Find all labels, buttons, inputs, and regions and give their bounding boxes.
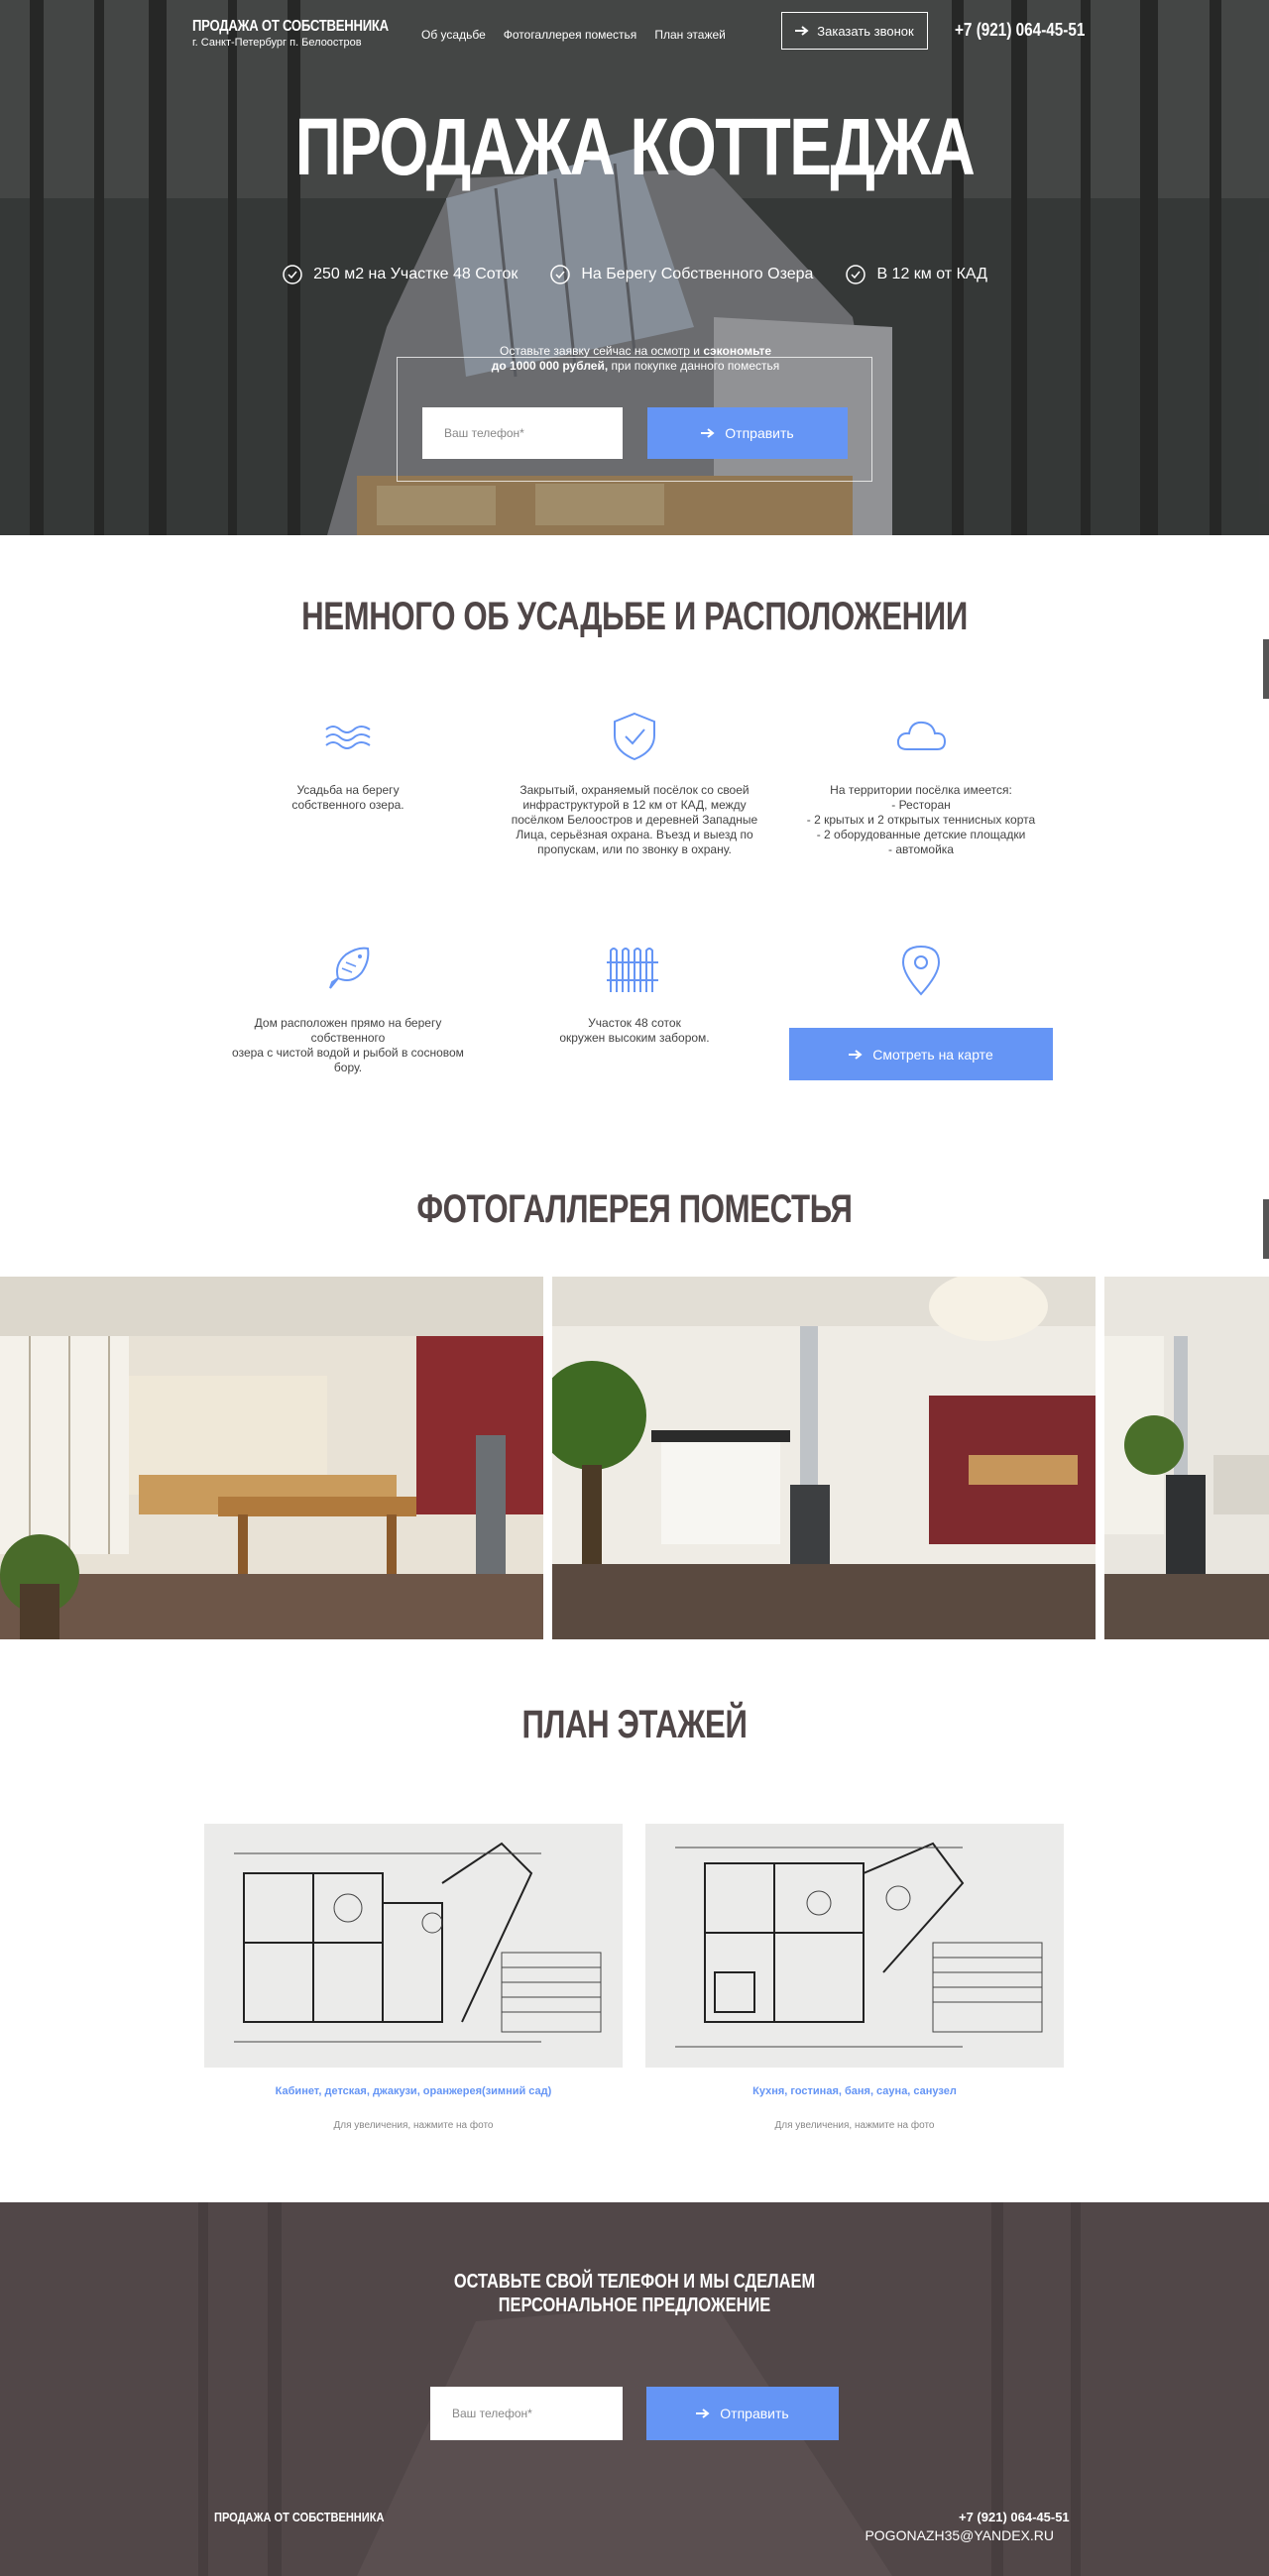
brand-subtitle: г. Санкт-Петербург п. Белоостров bbox=[192, 37, 362, 49]
scroll-indicator[interactable] bbox=[1263, 1199, 1269, 1259]
hero-feature: 250 м2 на Участке 48 Соток bbox=[282, 264, 518, 285]
offer-text-bold: сэкономьте bbox=[703, 344, 771, 358]
offer-text-rest: при покупке данного поместья bbox=[608, 359, 780, 373]
about-item-text: На территории посёлка имеется: - Рестора… bbox=[806, 783, 1036, 856]
hero-submit-label: Отправить bbox=[725, 425, 794, 441]
fish-icon bbox=[329, 947, 370, 989]
floor-plan-drawing bbox=[204, 1824, 623, 2068]
check-circle-icon bbox=[846, 265, 866, 284]
floor-plan-caption[interactable]: Кухня, гостиная, баня, сауна, санузел bbox=[645, 2085, 1064, 2097]
about-item-text: Участок 48 соток окружен высоким забором… bbox=[559, 1016, 710, 1045]
check-circle-icon bbox=[550, 265, 571, 284]
hero-phone-input[interactable]: Ваш телефон* bbox=[422, 407, 623, 459]
gallery-photo-2[interactable] bbox=[552, 1277, 1096, 1639]
footer-phone[interactable]: +7 (921) 064-45-51 bbox=[959, 2510, 1070, 2524]
waves-icon bbox=[325, 726, 371, 749]
order-call-label: Заказать звонок bbox=[817, 23, 914, 39]
nav-link-gallery[interactable]: Фотогаллерея поместья bbox=[504, 28, 637, 42]
living-room-photo bbox=[552, 1277, 1096, 1639]
hero-features: 250 м2 на Участке 48 Соток На Берегу Соб… bbox=[0, 264, 1269, 285]
fence-icon bbox=[607, 948, 658, 992]
nav-link-about[interactable]: Об усадьбе bbox=[421, 28, 486, 42]
header-phone[interactable]: +7 (921) 064-45-51 bbox=[955, 20, 1085, 41]
footer-background-image bbox=[0, 2202, 1269, 2576]
hero-lead-form: Оставьте заявку сейчас на осмотр и сэкон… bbox=[397, 344, 872, 482]
plans-section-title: ПЛАН ЭТАЖЕЙ bbox=[521, 1703, 748, 1746]
footer-phone-input[interactable]: Ваш телефон* bbox=[430, 2387, 623, 2440]
floor-plan-hint: Для увеличения, нажмите на фото bbox=[774, 2120, 935, 2131]
offer-text-prefix: Оставьте заявку сейчас на осмотр и bbox=[500, 344, 704, 358]
dining-room-photo bbox=[0, 1277, 543, 1639]
floor-plan-caption[interactable]: Кабинет, детская, джакузи, оранжерея(зим… bbox=[204, 2085, 623, 2097]
hero-offer-text: Оставьте заявку сейчас на осмотр и сэкон… bbox=[398, 344, 873, 374]
floor-plan-image-1[interactable] bbox=[204, 1824, 623, 2068]
brand-title: ПРОДАЖА ОТ СОБСТВЕННИКА bbox=[192, 18, 389, 35]
about-item-text: Дом расположен прямо на берегу собственн… bbox=[232, 1016, 464, 1074]
about-item-lake: Усадьба на берегу собственного озера. bbox=[219, 706, 477, 813]
footer-section: ОСТАВЬТЕ СВОЙ ТЕЛЕФОН И МЫ СДЕЛАЕМ ПЕРСО… bbox=[0, 2202, 1269, 2576]
footer-cta-title: ОСТАВЬТЕ СВОЙ ТЕЛЕФОН И МЫ СДЕЛАЕМ ПЕРСО… bbox=[453, 2271, 816, 2316]
hero-title: ПРОДАЖА КОТТЕДЖА bbox=[294, 102, 976, 192]
brand-logo[interactable]: ПРОДАЖА ОТ СОБСТВЕННИКА г. Санкт-Петербу… bbox=[192, 18, 431, 49]
cloud-icon bbox=[896, 721, 947, 750]
arrow-right-icon bbox=[795, 26, 809, 36]
arrow-right-icon bbox=[849, 1049, 863, 1060]
footer-submit-label: Отправить bbox=[720, 2406, 789, 2421]
hero-submit-button[interactable]: Отправить bbox=[647, 407, 848, 459]
nav-links: Об усадьбе Фотогаллерея поместья План эт… bbox=[421, 28, 726, 42]
about-item-infrastructure: На территории посёлка имеется: - Рестора… bbox=[792, 706, 1050, 857]
hero-feature: В 12 км от КАД bbox=[845, 264, 987, 285]
about-section-title: НЕМНОГО ОБ УСАДЬБЕ И РАСПОЛОЖЕНИИ bbox=[301, 595, 968, 638]
hero-feature-label: На Берегу Собственного Озера bbox=[581, 266, 814, 282]
about-item-fishing: Дом расположен прямо на берегу собственн… bbox=[219, 939, 477, 1075]
gallery-section-title: ФОТОГАЛЛЕРЕЯ ПОМЕСТЬЯ bbox=[416, 1187, 853, 1231]
shield-check-icon bbox=[614, 712, 655, 761]
about-item-location bbox=[792, 939, 1050, 998]
check-circle-icon bbox=[283, 265, 302, 284]
floor-plan-hint: Для увеличения, нажмите на фото bbox=[333, 2120, 494, 2131]
map-pin-icon bbox=[901, 945, 941, 996]
footer-submit-button[interactable]: Отправить bbox=[646, 2387, 839, 2440]
floor-plan-image-2[interactable] bbox=[645, 1824, 1064, 2068]
about-item-text: Закрытый, охраняемый посёлок со своей ин… bbox=[511, 783, 758, 856]
offer-text-amount: до 1000 000 рублей, bbox=[491, 359, 609, 373]
about-item-fence: Участок 48 соток окружен высоким забором… bbox=[506, 939, 763, 1046]
landing-page: ПРОДАЖА ОТ СОБСТВЕННИКА г. Санкт-Петербу… bbox=[0, 0, 1269, 2576]
arrow-right-icon bbox=[696, 2408, 710, 2418]
gallery-photo-1[interactable] bbox=[0, 1277, 543, 1639]
top-nav: ПРОДАЖА ОТ СОБСТВЕННИКА г. Санкт-Петербу… bbox=[0, 0, 1269, 59]
floor-plan-drawing bbox=[645, 1824, 1064, 2068]
order-call-button[interactable]: Заказать звонок bbox=[781, 12, 928, 50]
scroll-indicator[interactable] bbox=[1263, 639, 1269, 699]
nav-link-plans[interactable]: План этажей bbox=[654, 28, 726, 42]
hero-section: ПРОДАЖА ОТ СОБСТВЕННИКА г. Санкт-Петербу… bbox=[0, 0, 1269, 535]
hero-feature-label: В 12 км от КАД bbox=[876, 266, 987, 282]
hero-feature: На Берегу Собственного Озера bbox=[549, 264, 813, 285]
interior-photo bbox=[1104, 1277, 1269, 1639]
footer-email[interactable]: POGONAZH35@YANDEX.RU bbox=[859, 2527, 1054, 2543]
view-map-label: Смотреть на карте bbox=[872, 1046, 993, 1063]
gallery-photo-3[interactable] bbox=[1104, 1277, 1269, 1639]
footer-brand: ПРОДАЖА ОТ СОБСТВЕННИКА bbox=[214, 2510, 385, 2524]
view-map-button[interactable]: Смотреть на карте bbox=[789, 1028, 1053, 1080]
about-item-security: Закрытый, охраняемый посёлок со своей ин… bbox=[506, 706, 763, 857]
arrow-right-icon bbox=[701, 428, 715, 438]
hero-feature-label: 250 м2 на Участке 48 Соток bbox=[313, 266, 519, 282]
about-item-text: Усадьба на берегу собственного озера. bbox=[291, 783, 404, 812]
